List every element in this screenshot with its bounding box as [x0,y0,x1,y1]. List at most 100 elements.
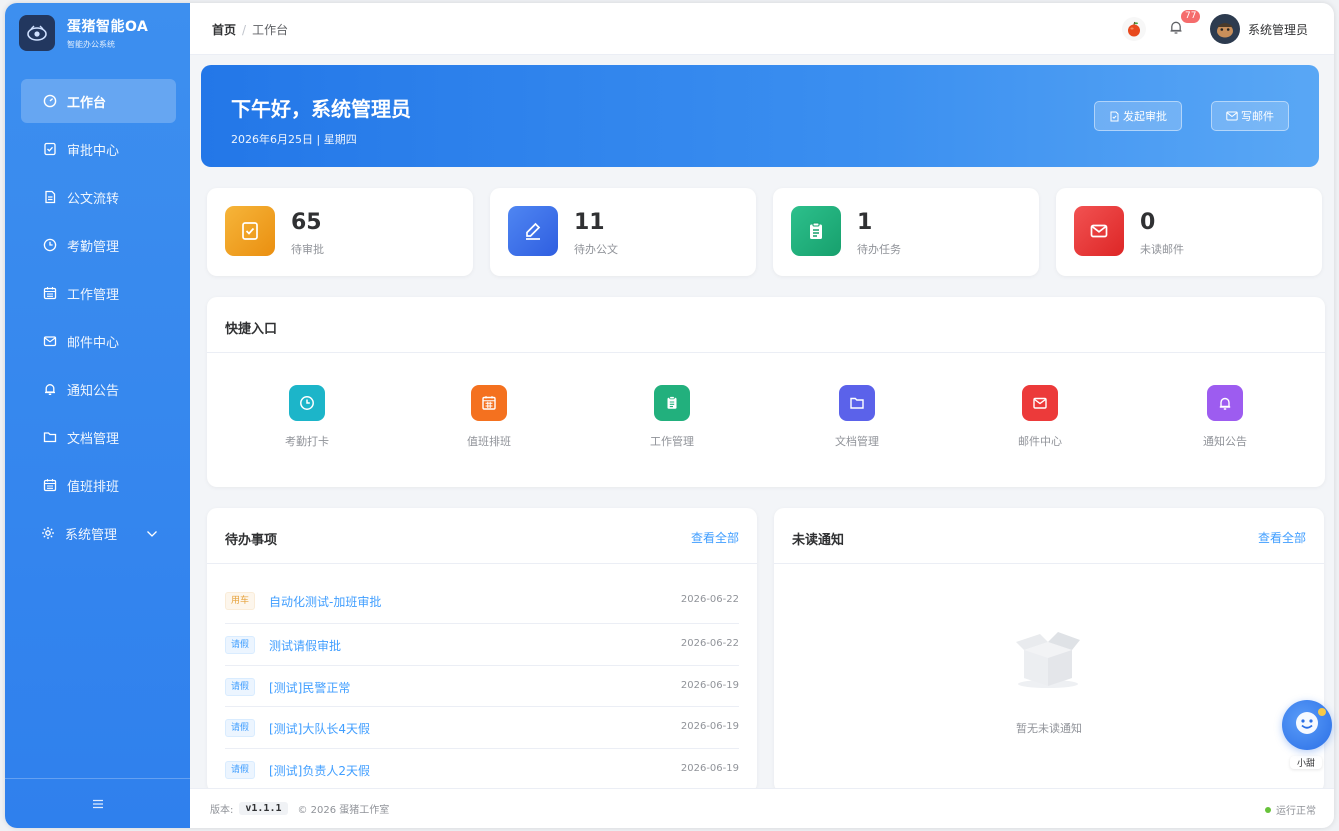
todo-item-title[interactable]: [测试]民警正常 [269,679,350,696]
mail-icon [1022,385,1058,421]
empty-box-icon [1010,620,1086,694]
brand-title: 蛋猪智能OA [67,19,149,35]
quick-item-mail[interactable]: 邮件中心 [990,385,1090,449]
main-content: 下午好，系统管理员 2026年6月25日 | 星期四 发起审批 写邮件 65 待… [190,55,1334,793]
sidebar-item-attendance[interactable]: 考勤管理 [21,223,176,267]
stat-value: 1 [857,210,873,235]
todo-view-all-link[interactable]: 查看全部 [691,529,739,546]
table-row[interactable]: 请假 [测试]大队长4天假 2026-06-19 [225,707,739,749]
clock-icon [289,385,325,421]
compose-mail-button[interactable]: 写邮件 [1211,101,1289,131]
sidebar-item-files[interactable]: 文档管理 [21,415,176,459]
sidebar-item-documents[interactable]: 公文流转 [21,175,176,219]
sidebar-item-label: 工作管理 [67,287,120,303]
quick-item-files[interactable]: 文档管理 [807,385,907,449]
todo-item-title[interactable]: 测试请假审批 [269,637,341,654]
quick-item-label: 值班排班 [467,435,511,448]
notification-badge: 77 [1179,9,1202,24]
table-row[interactable]: 用车 自动化测试-加班审批 2026-06-22 [225,580,739,624]
apple-icon[interactable] [1121,17,1146,41]
quick-item-label: 考勤打卡 [285,435,329,448]
avatar[interactable] [1209,14,1240,44]
sidebar-item-system[interactable]: 系统管理 [21,511,176,555]
pen-icon [508,206,558,256]
calendar-icon [471,385,507,421]
stat-card-pending-tasks[interactable]: 1 待办任务 [773,188,1039,276]
sidebar-item-label: 工作台 [67,95,107,111]
sidebar-item-approval[interactable]: 审批中心 [21,127,176,171]
sidebar-collapse-button[interactable] [5,778,190,828]
notice-view-all-link[interactable]: 查看全部 [1258,529,1306,546]
sidebar-item-work[interactable]: 工作管理 [21,271,176,315]
gear-icon [41,526,55,540]
todo-tag: 请假 [225,760,256,779]
start-approval-button[interactable]: 发起审批 [1094,101,1182,131]
sidebar-item-duty[interactable]: 值班排班 [21,463,176,507]
start-approval-label: 发起审批 [1123,110,1167,123]
sidebar-menu: 工作台 审批中心 公文流转 考勤管理 工作管理 邮件中心 通知公告 文档管理 值… [5,79,190,559]
todo-card: 待办事项 查看全部 用车 自动化测试-加班审批 2026-06-22 请假 测试… [207,508,757,793]
stat-card-pending-approval[interactable]: 65 待审批 [207,188,473,276]
assistant-label: 小甜 [1290,756,1322,769]
todo-list: 用车 自动化测试-加班审批 2026-06-22 请假 测试请假审批 2026-… [225,580,739,790]
todo-item-title[interactable]: [测试]负责人2天假 [269,762,370,779]
copyright-text: © 2026 蛋猪工作室 [297,805,390,816]
quick-item-attendance[interactable]: 考勤打卡 [257,385,357,449]
sidebar-item-label: 考勤管理 [67,239,120,255]
smiley-icon [1293,709,1321,741]
compose-mail-label: 写邮件 [1241,110,1274,123]
user-name[interactable]: 系统管理员 [1248,21,1308,38]
quick-item-notices[interactable]: 通知公告 [1175,385,1275,449]
stat-label: 待办公文 [574,243,618,256]
quick-item-work[interactable]: 工作管理 [622,385,722,449]
assistant-button[interactable] [1282,700,1332,750]
quick-item-label: 文档管理 [835,435,879,448]
breadcrumb: 首页 / 工作台 [212,21,288,38]
version-label: 版本: [210,805,234,816]
stat-label: 未读邮件 [1140,243,1184,256]
quick-item-duty[interactable]: 值班排班 [439,385,539,449]
todo-item-date: 2026-06-19 [680,679,739,691]
brand-logo-icon [19,15,55,51]
card-header: 待办事项 查看全部 [207,508,757,564]
sidebar-item-label: 审批中心 [67,143,120,159]
sidebar-item-label: 文档管理 [67,431,120,447]
sidebar-item-mail[interactable]: 邮件中心 [21,319,176,363]
breadcrumb-home[interactable]: 首页 [212,23,236,37]
quick-entry-title: 快捷入口 [225,322,278,337]
sidebar-item-label: 公文流转 [67,191,120,207]
todo-tag: 用车 [225,592,256,610]
calendar-icon [43,286,57,300]
notification-button[interactable]: 77 [1168,9,1202,39]
todo-title: 待办事项 [225,533,278,548]
stat-card-pending-documents[interactable]: 11 待办公文 [490,188,756,276]
table-row[interactable]: 请假 测试请假审批 2026-06-22 [225,624,739,666]
todo-item-date: 2026-06-22 [680,594,739,605]
brand[interactable]: 蛋猪智能OA 智能办公系统 [19,15,148,51]
todo-item-title[interactable]: 自动化测试-加班审批 [269,593,381,610]
sidebar-item-label: 系统管理 [65,527,118,543]
table-row[interactable]: 请假 [测试]民警正常 2026-06-19 [225,666,739,707]
sidebar-item-notices[interactable]: 通知公告 [21,367,176,411]
todo-item-date: 2026-06-22 [680,638,739,649]
quick-entry-card: 快捷入口 考勤打卡 值班排班 工作管理 文档管理 邮件中心 通知公告 [207,297,1325,487]
sidebar-item-label: 邮件中心 [67,335,120,351]
stat-card-unread-mail[interactable]: 0 未读邮件 [1056,188,1322,276]
bell-icon [1207,385,1243,421]
quick-item-label: 通知公告 [1203,435,1247,448]
empty-state: 暂无未读通知 [774,564,1324,793]
table-row[interactable]: 请假 [测试]负责人2天假 2026-06-19 [225,749,739,791]
version-info: 版本: v1.1.1 © 2026 蛋猪工作室 [210,801,389,816]
stat-value: 65 [291,210,322,235]
status-text: 运行正常 [1276,806,1316,817]
card-header: 快捷入口 [207,297,1325,353]
sidebar-item-label: 通知公告 [67,383,120,399]
page-footer: 版本: v1.1.1 © 2026 蛋猪工作室 运行正常 [190,788,1334,828]
bell-icon [43,382,57,396]
todo-item-title[interactable]: [测试]大队长4天假 [269,720,370,737]
assistant-widget[interactable]: 小甜 [1282,700,1334,769]
sidebar-item-dashboard[interactable]: 工作台 [21,79,176,123]
todo-tag: 请假 [225,677,256,696]
unread-notice-card: 未读通知 查看全部 暂无未读通知 [774,508,1324,793]
bell-icon [1168,20,1184,39]
